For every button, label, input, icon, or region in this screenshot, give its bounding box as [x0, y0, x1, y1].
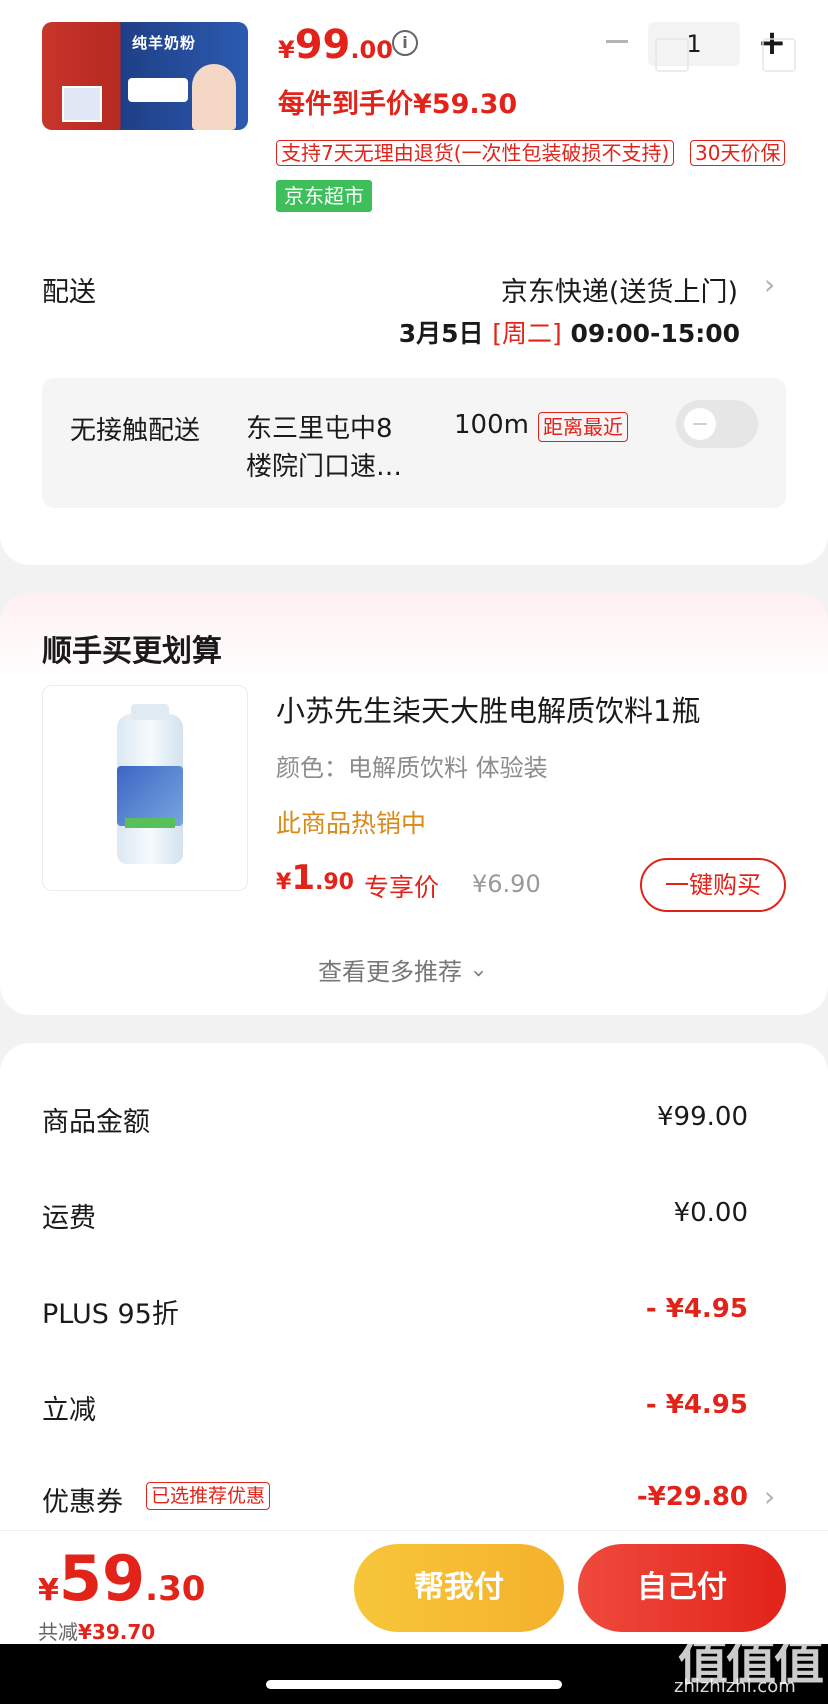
summary-value-goods: ¥99.00	[657, 1102, 748, 1132]
delivery-label: 配送	[42, 277, 96, 308]
recommend-title: 顺手买更划算	[42, 634, 222, 669]
delivery-date: 3月5日	[398, 319, 484, 348]
saved-value: ¥39.70	[78, 1620, 156, 1644]
thumb-product-box	[62, 86, 102, 122]
see-more-recommend[interactable]: 查看更多推荐 ›	[318, 952, 491, 987]
toggle-knob	[684, 408, 716, 440]
watermark-url: zhizhizhi.com	[674, 1676, 796, 1697]
chevron-right-icon[interactable]: ›	[764, 1480, 775, 1513]
contactless-toggle[interactable]	[676, 400, 758, 448]
price-protect-tag: 30天价保	[690, 140, 786, 166]
thumb-product-can	[128, 78, 188, 102]
location-line-2: 楼院门口速…	[246, 452, 403, 482]
recommend-price: ¥1.90	[276, 858, 354, 898]
summary-label-instant: 立减	[42, 1395, 96, 1426]
summary-label-goods: 商品金额	[42, 1107, 150, 1138]
location-line-1: 东三里屯中8	[246, 414, 393, 444]
download-icon	[655, 38, 689, 72]
recommend-item-title[interactable]: 小苏先生柒天大胜电解质饮料1瓶	[276, 688, 700, 730]
summary-label-shipping: 运费	[42, 1203, 96, 1234]
summary-value-coupon[interactable]: -¥29.80	[637, 1482, 748, 1512]
pay-myself-button[interactable]: 自己付	[578, 1544, 786, 1632]
delivery-time[interactable]: 3月5日 [周二] 09:00-15:00	[399, 314, 740, 350]
contactless-location: 东三里屯中8 楼院门口速…	[246, 410, 402, 486]
home-indicator[interactable]	[266, 1680, 562, 1689]
store-tag: 京东超市	[276, 180, 372, 212]
bottle-green-strip	[125, 818, 175, 828]
summary-label-coupon: 优惠券	[42, 1487, 123, 1518]
chevron-down-icon: ›	[465, 969, 491, 978]
total-price: ¥59.30	[38, 1542, 206, 1615]
contactless-label: 无接触配送	[70, 416, 201, 446]
thumb-title: 纯羊奶粉	[132, 34, 197, 52]
contactless-distance: 100m	[454, 410, 529, 440]
delivery-window: 09:00-15:00	[570, 319, 740, 348]
one-click-buy-button[interactable]: 一键购买	[640, 858, 786, 912]
bottle-label	[117, 766, 183, 826]
summary-label-plus: PLUS 95折	[42, 1299, 179, 1330]
coupon-selected-tag: 已选推荐优惠	[146, 1482, 271, 1510]
recommend-hot-label: 此商品热销中	[276, 809, 427, 838]
nearest-badge: 距离最近	[538, 412, 628, 442]
minus-icon[interactable]	[606, 40, 628, 43]
summary-value-shipping: ¥0.00	[673, 1198, 748, 1228]
unit-final-price: 每件到手价¥59.30	[278, 89, 518, 120]
help-me-pay-button[interactable]: 帮我付	[354, 1544, 564, 1632]
summary-value-instant: - ¥4.95	[645, 1390, 748, 1420]
saved-label: 共减	[38, 1620, 78, 1644]
exclusive-price-label: 专享价	[364, 873, 440, 902]
thumb-person	[192, 64, 236, 130]
recommend-item-spec: 颜色：电解质饮料 体验装	[276, 754, 548, 782]
info-icon[interactable]: i	[392, 30, 418, 56]
see-more-label: 查看更多推荐	[318, 958, 462, 986]
recommend-original-price: ¥6.90	[472, 870, 541, 898]
summary-value-plus: - ¥4.95	[645, 1294, 748, 1324]
delivery-weekday: [周二]	[492, 319, 562, 348]
total-saved: 共减¥39.70	[38, 1616, 155, 1645]
recommend-item-image[interactable]	[42, 685, 248, 891]
share-icon	[762, 38, 796, 72]
chevron-right-icon[interactable]: ›	[764, 268, 775, 301]
product-price: ¥99.00	[278, 22, 393, 68]
delivery-method[interactable]: 京东快递(送货上门)	[501, 270, 738, 309]
product-thumbnail[interactable]: 纯羊奶粉	[42, 22, 248, 130]
return-policy-tag: 支持7天无理由退货(一次性包装破损不支持)	[276, 140, 675, 166]
bottle-cap	[131, 704, 169, 720]
